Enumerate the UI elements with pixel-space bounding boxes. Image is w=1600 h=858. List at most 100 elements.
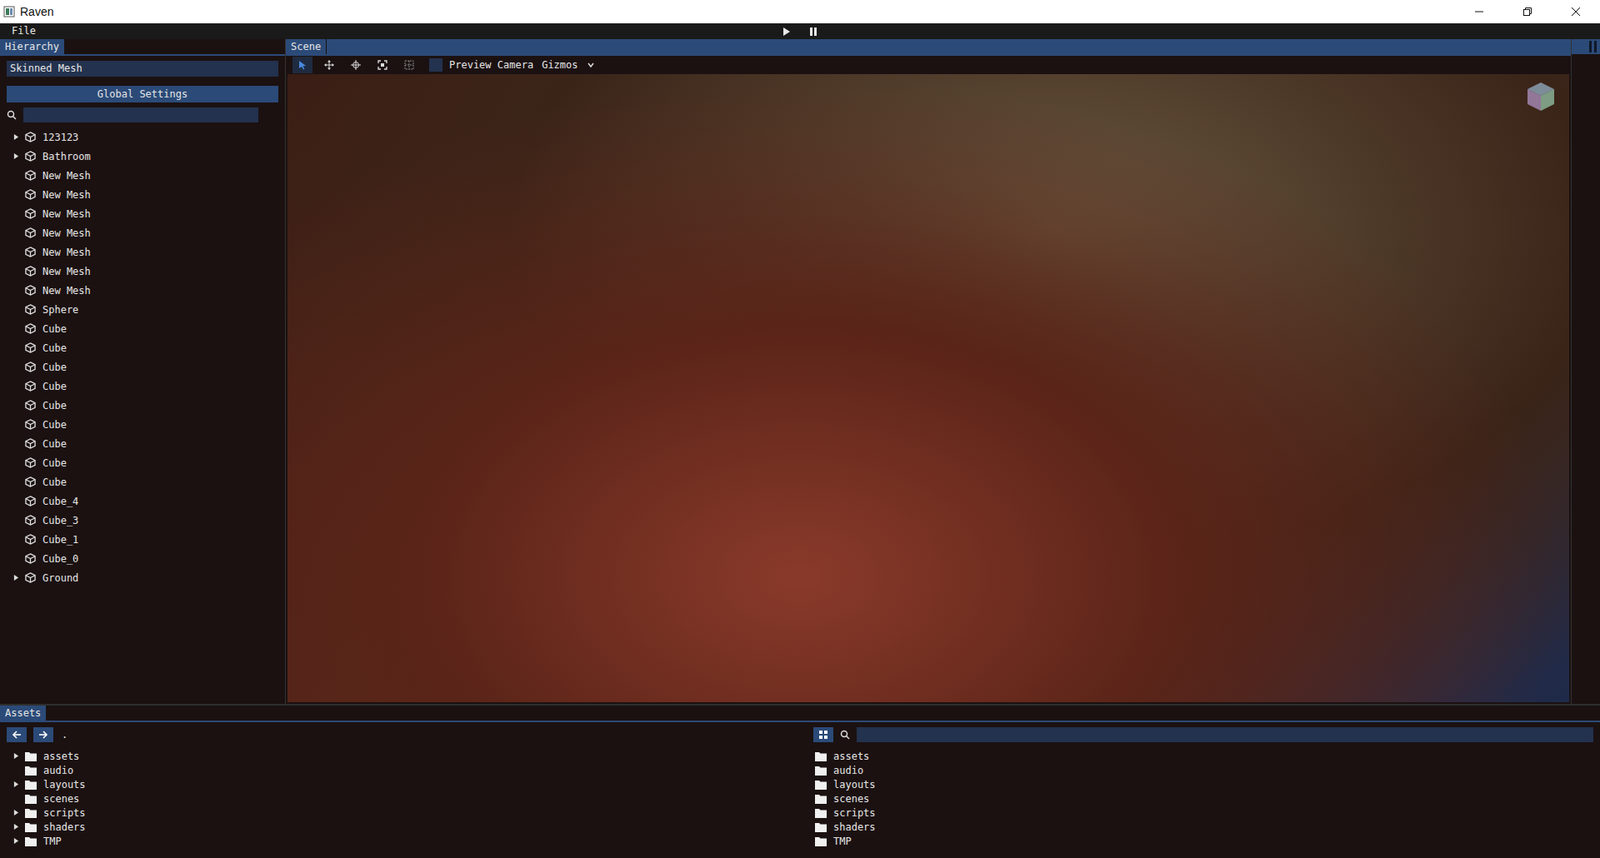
scene-tab[interactable]: Scene <box>285 39 327 55</box>
hierarchy-item[interactable]: 123123 <box>6 127 279 147</box>
folder-icon <box>25 836 37 847</box>
grid-view-icon <box>818 730 829 740</box>
move-tool[interactable] <box>319 56 340 74</box>
hierarchy-item[interactable]: Cube <box>6 319 279 339</box>
expand-arrow-icon[interactable] <box>13 824 20 830</box>
hierarchy-item[interactable]: Cube_0 <box>6 549 279 569</box>
play-button[interactable] <box>779 25 795 38</box>
folder-tree-item[interactable]: TMP <box>6 834 800 849</box>
hierarchy-item[interactable]: Ground <box>6 568 279 588</box>
hierarchy-tab[interactable]: Hierarchy <box>0 39 65 55</box>
cube-icon <box>25 304 36 315</box>
hierarchy-item[interactable]: New Mesh <box>6 223 279 243</box>
hierarchy-item[interactable]: New Mesh <box>6 204 279 224</box>
folder-icon <box>815 836 827 847</box>
rotate-tool[interactable] <box>345 56 366 74</box>
cube-icon <box>25 572 36 584</box>
cube-icon <box>25 457 36 469</box>
pause-button[interactable] <box>805 25 821 38</box>
asset-search[interactable] <box>856 727 1594 743</box>
playback-controls <box>779 25 821 38</box>
expand-arrow-icon[interactable] <box>13 134 20 140</box>
asset-folder[interactable]: scenes <box>813 791 1594 806</box>
scene-viewport[interactable] <box>287 74 1570 703</box>
cube-icon <box>25 285 36 296</box>
chevron-down-icon[interactable] <box>586 60 595 70</box>
cube-icon <box>25 400 36 411</box>
scale-tool[interactable] <box>372 56 393 74</box>
hierarchy-item[interactable]: Sphere <box>6 300 279 320</box>
hierarchy-item[interactable]: Cube <box>6 434 279 454</box>
cube-icon <box>25 553 36 565</box>
hierarchy-item[interactable]: Cube_1 <box>6 530 279 550</box>
hierarchy-item[interactable]: Cube <box>6 357 279 377</box>
hierarchy-item[interactable]: New Mesh <box>6 242 279 262</box>
folder-icon <box>815 794 827 805</box>
cube-icon <box>25 380 36 392</box>
hierarchy-item[interactable]: Cube <box>6 338 279 358</box>
name-field[interactable]: Skinned Mesh <box>6 60 279 77</box>
menu-item[interactable]: File <box>8 23 40 40</box>
cube-icon <box>25 361 36 373</box>
minimize-button[interactable] <box>1455 0 1504 24</box>
hierarchy-item[interactable]: New Mesh <box>6 261 279 281</box>
hierarchy-item[interactable]: Cube <box>6 376 279 396</box>
assets-tab[interactable]: Assets <box>0 705 47 721</box>
hierarchy-item[interactable]: Cube <box>6 415 279 435</box>
hierarchy-item[interactable]: New Mesh <box>6 185 279 205</box>
grid-tool[interactable] <box>399 56 420 74</box>
asset-folder[interactable]: audio <box>813 763 1594 778</box>
cube-icon <box>25 476 36 488</box>
restore-icon <box>1522 6 1533 17</box>
folder-tree-item[interactable]: layouts <box>6 777 800 792</box>
back-button[interactable] <box>6 727 27 743</box>
hierarchy-item[interactable]: New Mesh <box>6 165 279 185</box>
folder-icon <box>25 808 37 819</box>
expand-arrow-icon[interactable] <box>13 781 20 788</box>
cube-icon <box>25 438 36 450</box>
asset-folder[interactable]: layouts <box>813 777 1594 792</box>
folder-tree-item[interactable]: audio <box>6 763 800 778</box>
hierarchy-item[interactable]: Bathroom <box>6 146 279 166</box>
hierarchy-item[interactable]: Cube <box>6 453 279 473</box>
preview-camera-checkbox[interactable] <box>429 58 443 72</box>
folder-tree-item[interactable]: assets <box>6 749 800 764</box>
folder-tree-item[interactable]: shaders <box>6 820 800 835</box>
gizmos-dropdown[interactable]: Gizmos <box>541 59 578 71</box>
grid-view-button[interactable] <box>813 727 834 743</box>
orientation-cube-icon[interactable] <box>1524 79 1558 113</box>
preview-camera-label[interactable]: Preview Camera <box>449 59 534 71</box>
folder-icon <box>25 765 37 776</box>
expand-arrow-icon[interactable] <box>13 753 20 760</box>
expand-arrow-icon[interactable] <box>13 810 20 816</box>
hierarchy-search[interactable] <box>23 107 259 123</box>
grid-icon <box>404 60 415 70</box>
forward-button[interactable] <box>33 727 54 743</box>
asset-folder[interactable]: TMP <box>813 834 1594 849</box>
arrow-left-icon <box>11 730 22 740</box>
assets-panel: Assets.assetsaudiolayoutsscenesscriptssh… <box>0 705 1600 858</box>
hierarchy-item[interactable]: Cube <box>6 395 279 415</box>
close-button[interactable] <box>1551 0 1600 24</box>
hierarchy-item[interactable]: New Mesh <box>6 280 279 300</box>
folder-tree-item[interactable]: scripts <box>6 805 800 820</box>
expand-arrow-icon[interactable] <box>13 153 20 160</box>
expand-arrow-icon[interactable] <box>13 838 20 845</box>
hierarchy-item[interactable]: Cube_4 <box>6 491 279 511</box>
hierarchy-item[interactable]: Cube <box>6 472 279 492</box>
asset-folder[interactable]: scripts <box>813 805 1594 820</box>
hierarchy-item[interactable]: Cube_3 <box>6 510 279 530</box>
expand-arrow-icon[interactable] <box>13 575 20 581</box>
rotate-icon <box>350 60 361 70</box>
search-icon <box>840 730 850 740</box>
folder-icon <box>815 808 827 819</box>
cube-icon <box>25 189 36 200</box>
restore-button[interactable] <box>1503 0 1552 24</box>
asset-folder[interactable]: shaders <box>813 820 1594 835</box>
global-settings-button[interactable]: Global Settings <box>6 85 279 103</box>
cube-icon <box>25 265 36 277</box>
search-icon <box>6 110 17 120</box>
select-tool[interactable] <box>292 56 313 74</box>
folder-tree-item[interactable]: scenes <box>6 791 800 806</box>
asset-folder[interactable]: assets <box>813 749 1594 764</box>
